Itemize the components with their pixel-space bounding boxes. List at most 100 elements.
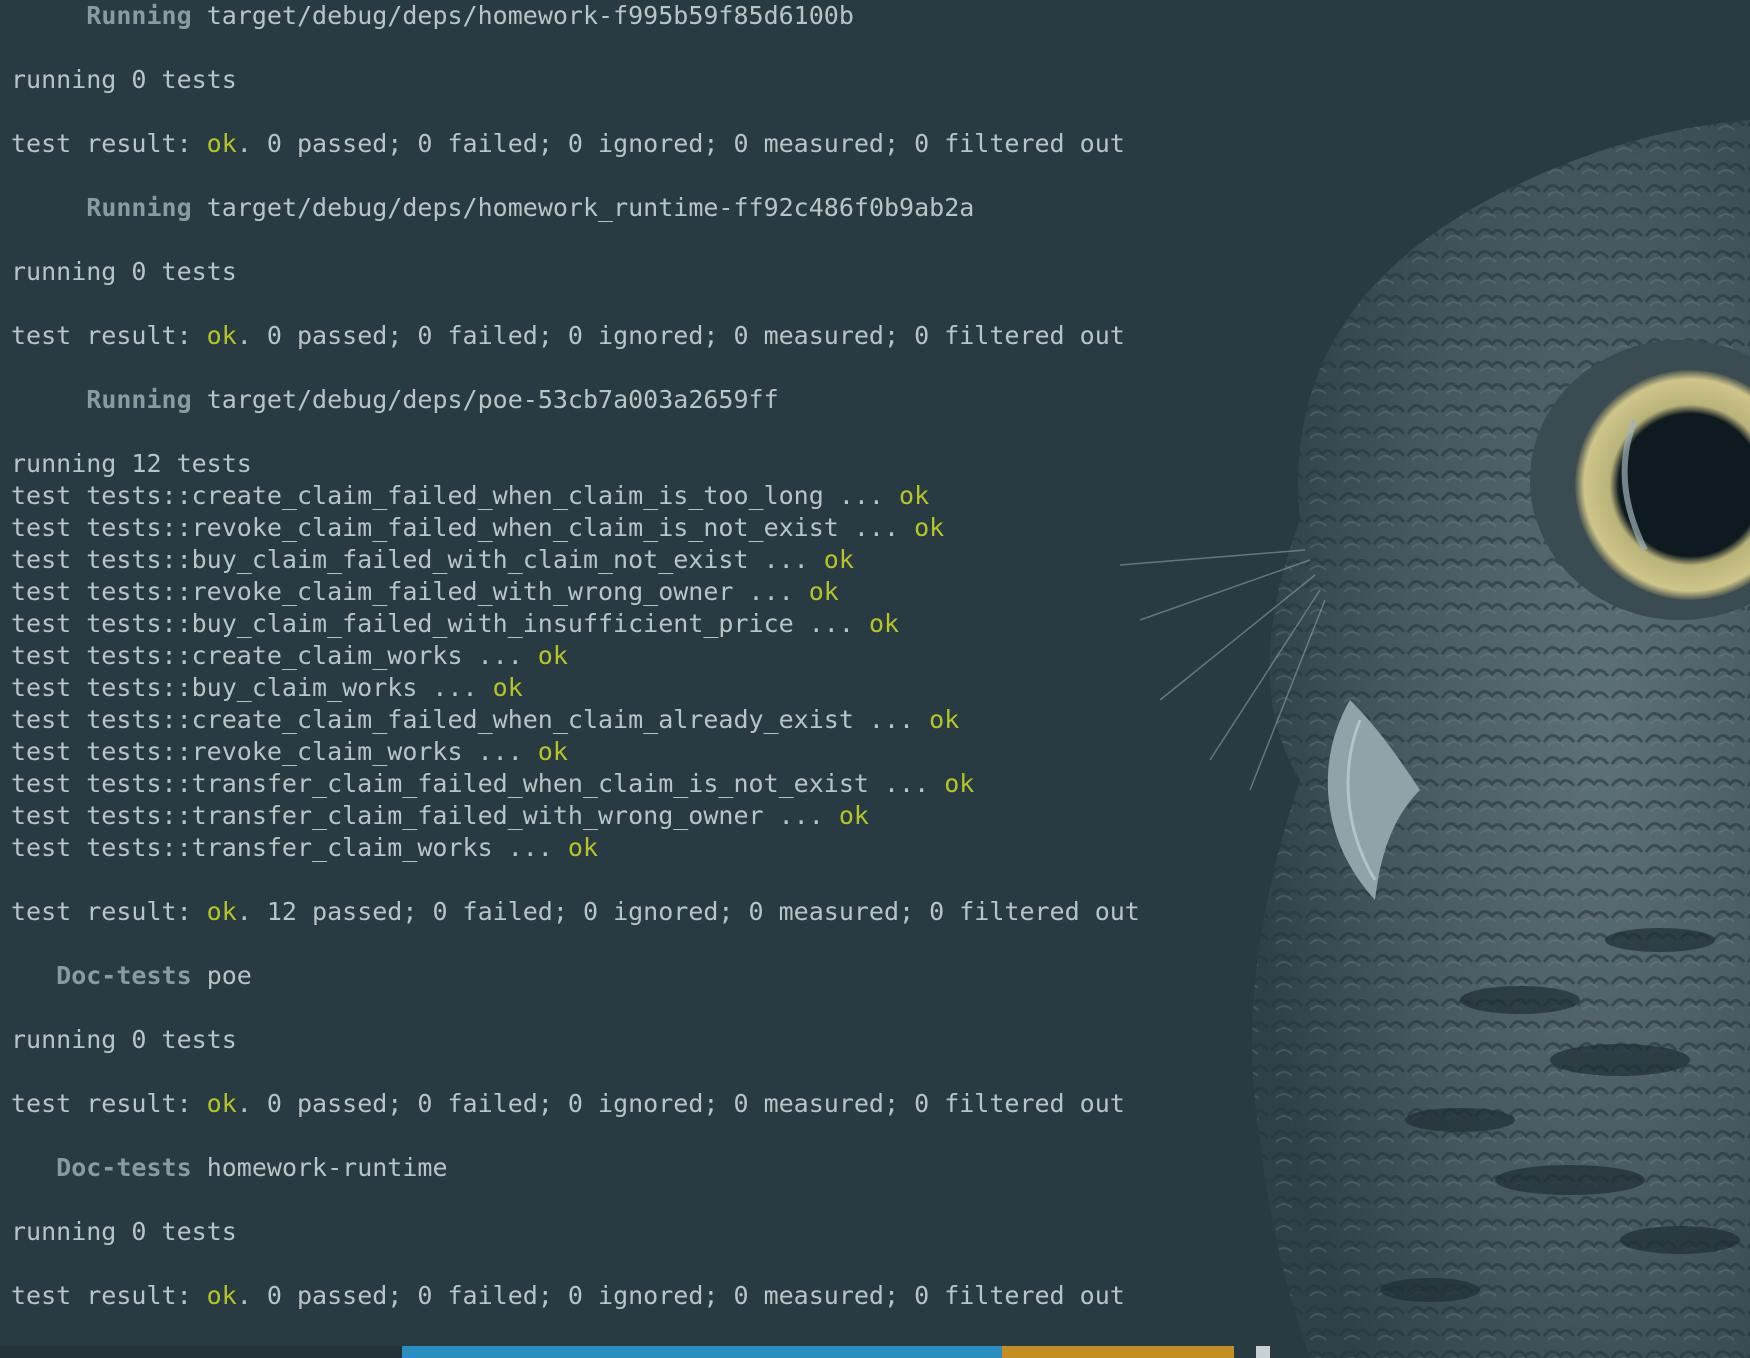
test-case-status: ok	[567, 833, 599, 862]
terminal-window[interactable]: Running target/debug/deps/homework-f995b…	[0, 0, 1750, 1358]
test-case-line: test tests::revoke_claim_works ... ok	[11, 736, 1111, 768]
test-case-line: test tests::revoke_claim_failed_when_cla…	[11, 512, 1111, 544]
doctest-target: homework-runtime	[206, 1153, 448, 1182]
test-case-status: ok	[914, 513, 945, 542]
test-case-name: test tests::create_claim_failed_when_cla…	[11, 705, 930, 734]
doctest-line: Doc-tests poe	[11, 960, 1111, 992]
test-case-status: ok	[944, 769, 975, 798]
test-case-name: test tests::transfer_claim_works ...	[11, 833, 568, 862]
test-result-summary: . 12 passed; 0 failed; 0 ignored; 0 meas…	[236, 897, 1140, 926]
test-result-prefix: test result:	[11, 129, 207, 158]
test-case-name: test tests::revoke_claim_failed_when_cla…	[11, 513, 915, 542]
test-case-status: ok	[537, 641, 568, 670]
test-case-status: ok	[838, 801, 869, 830]
doctest-label: Doc-tests	[56, 961, 192, 990]
running-count-line: running 0 tests	[11, 256, 1111, 288]
test-result-line: test result: ok. 12 passed; 0 failed; 0 …	[11, 896, 1140, 928]
test-case-name: test tests::revoke_claim_failed_with_wro…	[11, 577, 809, 606]
running-count-text: running 0 tests	[11, 65, 237, 94]
test-case-name: test tests::buy_claim_failed_with_claim_…	[11, 545, 824, 574]
runner-label: Running	[86, 1, 192, 30]
runner-line: Running target/debug/deps/homework_runti…	[11, 192, 1111, 224]
owl-wallpaper-image	[1119, 120, 1750, 1358]
test-result-status: ok	[206, 1281, 237, 1310]
test-case-name: test tests::transfer_claim_failed_with_w…	[11, 801, 839, 830]
test-case-status: ok	[823, 545, 854, 574]
runner-target: target/debug/deps/homework-f995b59f85d61…	[206, 1, 854, 30]
test-result-status: ok	[206, 321, 237, 350]
test-case-status: ok	[899, 481, 930, 510]
runner-label: Running	[86, 193, 192, 222]
test-case-name: test tests::create_claim_works ...	[11, 641, 538, 670]
test-case-status: ok	[537, 737, 568, 766]
runner-target: target/debug/deps/homework_runtime-ff92c…	[206, 193, 975, 222]
test-case-line: test tests::buy_claim_failed_with_insuff…	[11, 608, 1111, 640]
status-host-segment	[0, 1346, 402, 1358]
test-case-status: ok	[868, 609, 900, 638]
test-result-line: test result: ok. 0 passed; 0 failed; 0 i…	[11, 1088, 1125, 1120]
test-result-line: test result: ok. 0 passed; 0 failed; 0 i…	[11, 128, 1125, 160]
running-count-text: running 0 tests	[11, 257, 237, 286]
test-case-name: test tests::buy_claim_failed_with_insuff…	[11, 609, 869, 638]
terminal-output[interactable]: Running target/debug/deps/homework-f995b…	[11, 0, 1140, 1312]
test-result-status: ok	[206, 129, 237, 158]
test-case-line: test tests::buy_claim_failed_with_claim_…	[11, 544, 1111, 576]
status-path-segment	[402, 1346, 1002, 1358]
running-count-line: running 0 tests	[11, 1024, 1111, 1056]
test-case-name: test tests::revoke_claim_works ...	[11, 737, 538, 766]
test-case-line: test tests::transfer_claim_failed_when_c…	[11, 768, 1111, 800]
test-case-status: ok	[808, 577, 839, 606]
test-result-status: ok	[206, 897, 237, 926]
test-result-summary: . 0 passed; 0 failed; 0 ignored; 0 measu…	[236, 129, 1125, 158]
runner-target: target/debug/deps/poe-53cb7a003a2659ff	[206, 385, 779, 414]
test-case-line: test tests::create_claim_failed_when_cla…	[11, 704, 1111, 736]
running-count-line: running 0 tests	[11, 64, 1111, 96]
running-count-text: running 0 tests	[11, 1217, 237, 1246]
test-case-line: test tests::create_claim_failed_when_cla…	[11, 480, 1111, 512]
test-case-line: test tests::transfer_claim_failed_with_w…	[11, 800, 1111, 832]
doctest-line: Doc-tests homework-runtime	[11, 1152, 1111, 1184]
test-result-prefix: test result:	[11, 1281, 207, 1310]
terminal-cursor	[1256, 1346, 1270, 1358]
test-result-prefix: test result:	[11, 897, 207, 926]
test-result-summary: . 0 passed; 0 failed; 0 ignored; 0 measu…	[236, 321, 1125, 350]
running-count-line: running 0 tests	[11, 1216, 1111, 1248]
doctest-target: poe	[206, 961, 252, 990]
test-case-line: test tests::revoke_claim_failed_with_wro…	[11, 576, 1111, 608]
running-count-text: running 0 tests	[11, 1025, 237, 1054]
runner-line: Running target/debug/deps/homework-f995b…	[11, 0, 1111, 32]
test-result-line: test result: ok. 0 passed; 0 failed; 0 i…	[11, 1280, 1125, 1312]
test-case-name: test tests::transfer_claim_failed_when_c…	[11, 769, 945, 798]
status-git-branch-segment	[1002, 1346, 1234, 1358]
test-result-summary: . 0 passed; 0 failed; 0 ignored; 0 measu…	[236, 1089, 1125, 1118]
test-case-line: test tests::buy_claim_works ... ok	[11, 672, 1111, 704]
test-case-line: test tests::transfer_claim_works ... ok	[11, 832, 1111, 864]
status-bar	[0, 1346, 1750, 1358]
test-case-status: ok	[492, 673, 523, 702]
running-count-text: running 12 tests	[11, 449, 252, 478]
runner-line: Running target/debug/deps/poe-53cb7a003a…	[11, 384, 1111, 416]
test-case-status: ok	[929, 705, 960, 734]
test-case-name: test tests::create_claim_failed_when_cla…	[11, 481, 900, 510]
test-result-prefix: test result:	[11, 1089, 207, 1118]
running-count-line: running 12 tests	[11, 448, 1111, 480]
runner-label: Running	[86, 385, 192, 414]
doctest-label: Doc-tests	[56, 1153, 192, 1182]
test-result-line: test result: ok. 0 passed; 0 failed; 0 i…	[11, 320, 1125, 352]
test-result-summary: . 0 passed; 0 failed; 0 ignored; 0 measu…	[236, 1281, 1125, 1310]
test-result-status: ok	[206, 1089, 237, 1118]
